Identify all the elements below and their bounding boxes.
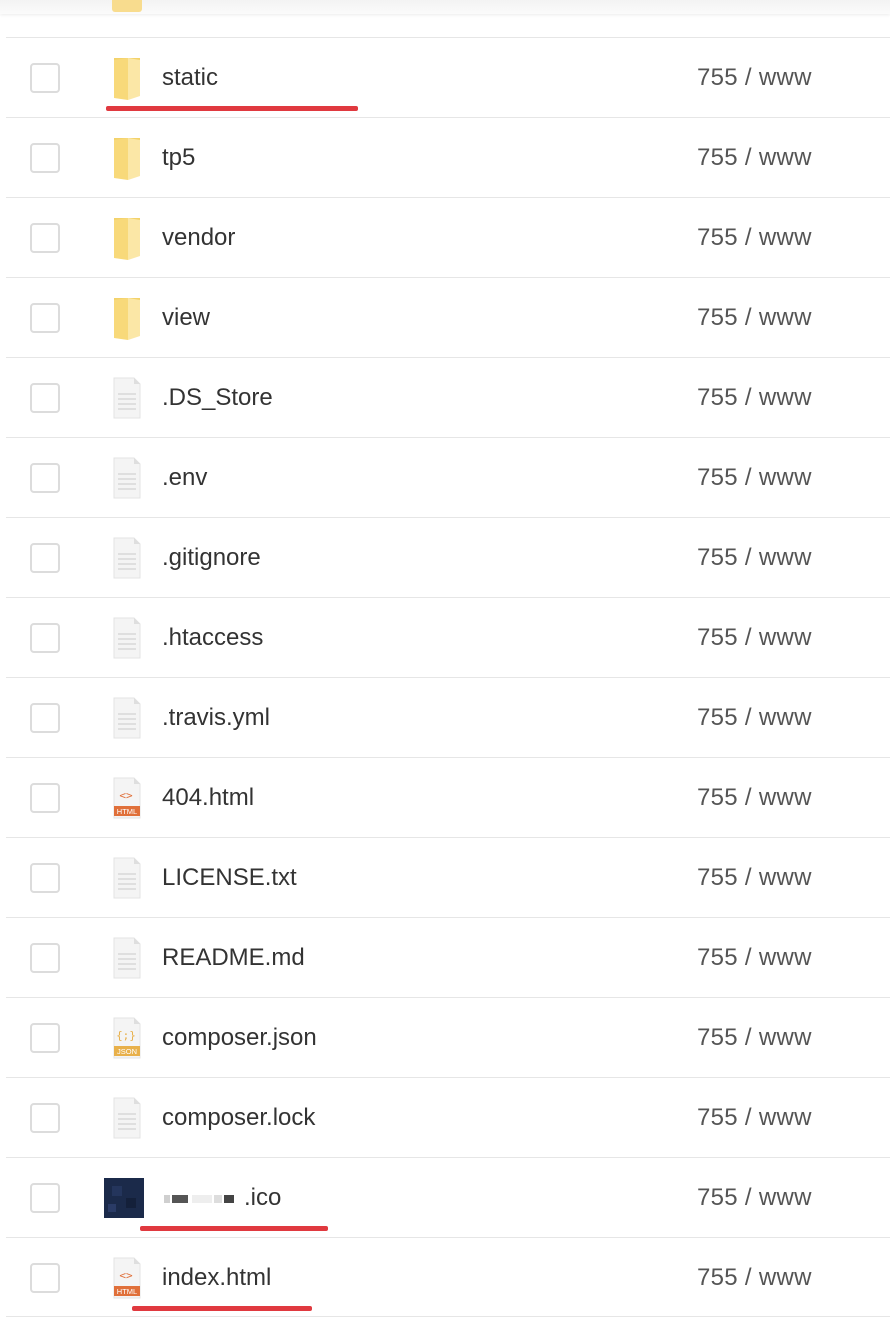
row-checkbox[interactable] [30,463,60,493]
file-row[interactable]: static 755 / www [6,37,890,117]
permission-owner[interactable]: 755 / www [697,63,812,93]
file-name[interactable]: composer.json [162,1023,317,1053]
file-icon [110,856,144,900]
permission-owner[interactable]: 755 / www [697,383,812,413]
folder-icon [112,0,142,12]
file-name[interactable]: .DS_Store [162,383,273,413]
html-file-icon: <> HTML [110,1256,144,1300]
file-name[interactable]: .env [162,463,207,493]
row-checkbox[interactable] [30,223,60,253]
row-checkbox[interactable] [30,783,60,813]
svg-text:<>: <> [119,1269,133,1282]
folder-icon [110,216,144,260]
file-row[interactable]: <> HTML 404.html 755 / www [6,757,890,837]
html-file-icon: <> HTML [110,776,144,820]
file-row[interactable]: composer.lock 755 / www [6,1077,890,1157]
file-name[interactable]: index.html [162,1263,271,1293]
file-icon [110,936,144,980]
folder-icon [110,296,144,340]
file-icon [110,456,144,500]
svg-text:JSON: JSON [117,1047,137,1056]
folder-icon [110,56,144,100]
row-checkbox[interactable] [30,303,60,333]
file-list: static 755 / www tp5 755 / www vendor 755 /… [6,37,890,1317]
file-name[interactable]: .htaccess [162,623,263,653]
permission-owner[interactable]: 755 / www [697,463,812,493]
file-name[interactable]: README.md [162,943,305,973]
highlight-underline [140,1226,328,1231]
row-checkbox[interactable] [30,63,60,93]
file-name[interactable]: 404.html [162,783,254,813]
highlight-underline [106,106,358,111]
file-name[interactable]: tp5 [162,143,195,173]
permission-owner[interactable]: 755 / www [697,943,812,973]
permission-owner[interactable]: 755 / www [697,1023,812,1053]
file-name[interactable]: vendor [162,223,235,253]
permission-owner[interactable]: 755 / www [697,703,812,733]
file-name[interactable]: .travis.yml [162,703,270,733]
file-name[interactable]: composer.lock [162,1103,315,1133]
file-row[interactable]: LICENSE.txt 755 / www [6,837,890,917]
row-checkbox[interactable] [30,1183,60,1213]
svg-text:{;}: {;} [116,1029,136,1042]
highlight-underline [132,1306,312,1311]
row-checkbox[interactable] [30,703,60,733]
permission-owner[interactable]: 755 / www [697,1263,812,1293]
file-row[interactable]: .env 755 / www [6,437,890,517]
row-checkbox[interactable] [30,543,60,573]
image-thumbnail-icon [104,1176,144,1220]
file-name[interactable]: static [162,63,218,93]
permission-owner[interactable]: 755 / www [697,863,812,893]
row-checkbox[interactable] [30,623,60,653]
row-checkbox[interactable] [30,143,60,173]
svg-text:HTML: HTML [117,1287,137,1296]
folder-icon [110,136,144,180]
permission-owner[interactable]: 755 / www [697,543,812,573]
file-row[interactable]: .ico 755 / www [6,1157,890,1237]
file-name[interactable]: .gitignore [162,543,261,573]
file-row[interactable]: tp5 755 / www [6,117,890,197]
svg-text:HTML: HTML [117,807,137,816]
file-name[interactable]: view [162,303,210,333]
permission-owner[interactable]: 755 / www [697,783,812,813]
permission-owner[interactable]: 755 / www [697,623,812,653]
file-name[interactable]: .ico [164,1183,281,1214]
row-checkbox[interactable] [30,943,60,973]
file-icon [110,1096,144,1140]
redacted-text [164,1184,234,1214]
svg-text:<>: <> [119,789,133,802]
file-icon [110,536,144,580]
file-name[interactable]: LICENSE.txt [162,863,297,893]
file-row[interactable]: README.md 755 / www [6,917,890,997]
row-checkbox[interactable] [30,863,60,893]
file-row[interactable]: view 755 / www [6,277,890,357]
file-row[interactable]: .travis.yml 755 / www [6,677,890,757]
file-row[interactable]: vendor 755 / www [6,197,890,277]
permission-owner[interactable]: 755 / www [697,1103,812,1133]
row-checkbox[interactable] [30,1023,60,1053]
file-row[interactable]: {;} JSON composer.json 755 / www [6,997,890,1077]
file-row[interactable]: <> HTML index.html 755 / www [6,1237,890,1317]
permission-owner[interactable]: 755 / www [697,1183,812,1213]
file-icon [110,616,144,660]
row-checkbox[interactable] [30,383,60,413]
json-file-icon: {;} JSON [110,1016,144,1060]
file-row[interactable]: .htaccess 755 / www [6,597,890,677]
scrolled-row-edge [0,0,890,14]
permission-owner[interactable]: 755 / www [697,223,812,253]
file-row[interactable]: .gitignore 755 / www [6,517,890,597]
row-checkbox[interactable] [30,1103,60,1133]
file-icon [110,696,144,740]
row-checkbox[interactable] [30,1263,60,1293]
permission-owner[interactable]: 755 / www [697,143,812,173]
file-icon [110,376,144,420]
file-row[interactable]: .DS_Store 755 / www [6,357,890,437]
permission-owner[interactable]: 755 / www [697,303,812,333]
